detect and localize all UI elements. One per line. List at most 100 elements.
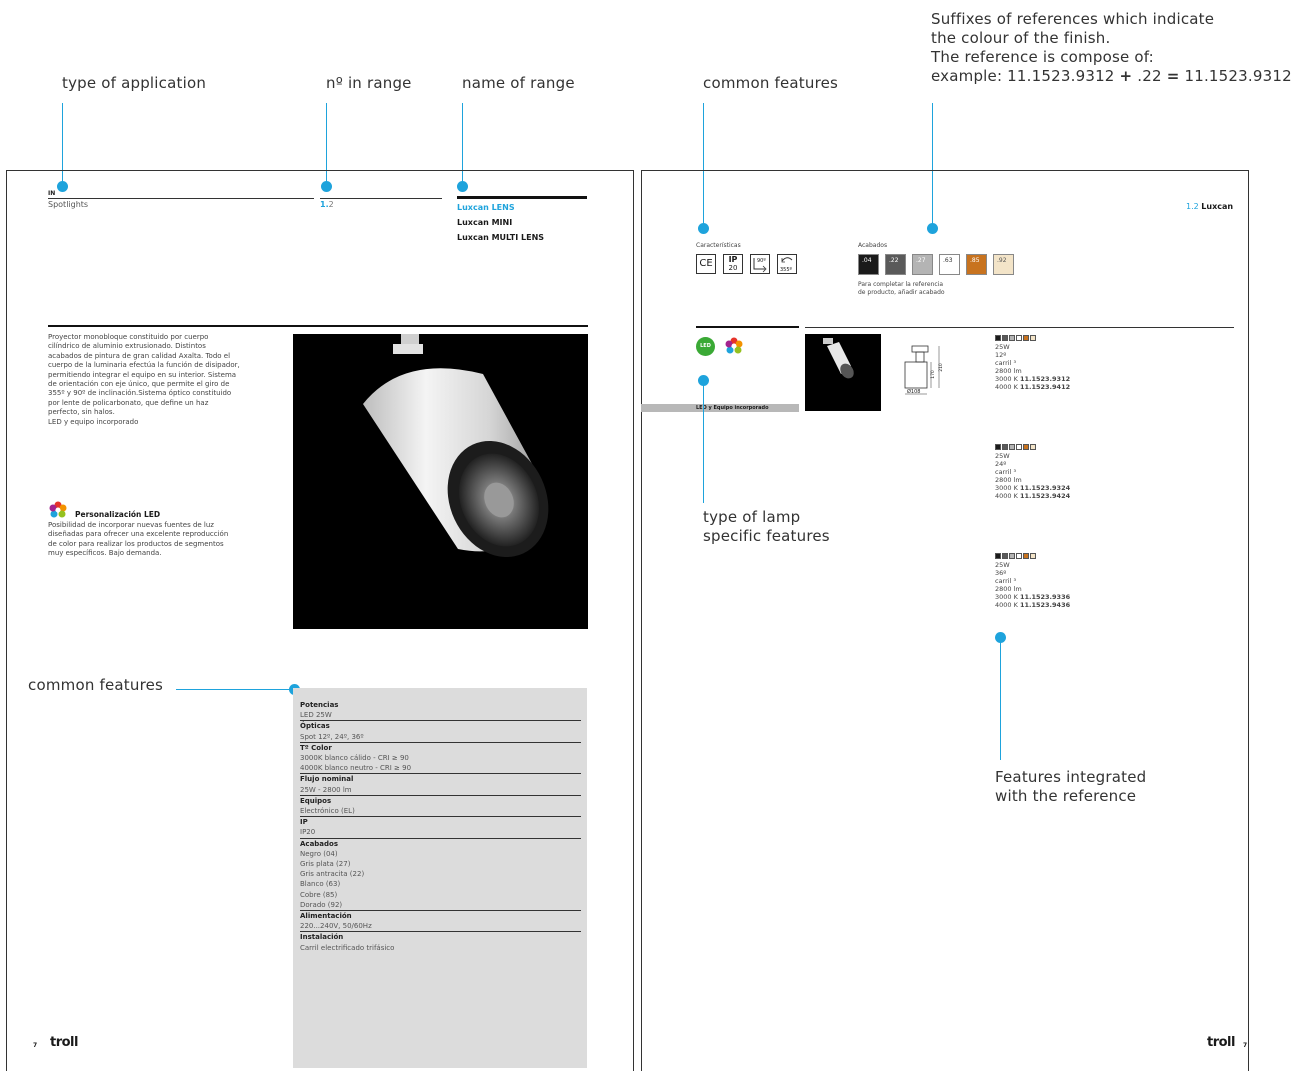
annotation-common-features-left: common features [28,676,163,694]
description-line: perfecto, sin halos. [48,408,278,417]
suffix-line-1: Suffixes of references which indicate [931,10,1292,29]
led-flower-icon [724,337,744,355]
mini-finish-swatch [1009,553,1015,559]
range-number-bold: 1. [320,200,329,209]
variant-angle: 36º [995,569,1070,577]
finish-code: .85 [970,257,980,264]
finish-swatch[interactable]: .27 [912,254,933,275]
annotation-common-features-top: common features [703,74,838,92]
personalization-line: muy específicos. Bajo demanda. [48,549,288,558]
lamp-label: LED y Equipo incorporado [696,404,769,412]
spec-title: Instalación [300,932,581,942]
variant-reference[interactable]: 11.1523.9312 [1020,375,1070,383]
table-divider [805,327,1234,328]
rotation-icon: 355º [777,254,797,274]
finish-note-line: de producto, añadir acabado [858,289,945,297]
dimension-drawing: Ø108 170 210 [896,342,952,400]
finish-swatch[interactable]: .85 [966,254,987,275]
spec-title: IP [300,817,581,827]
spec-value: 220...240V, 50/60Hz [300,921,581,932]
variant-ref-row: 3000 K 11.1523.9312 [995,375,1070,383]
range-item[interactable]: Luxcan LENS [457,200,544,215]
finish-note: Para completar la referencia de producto… [858,281,945,297]
finish-swatch[interactable]: .22 [885,254,906,275]
finish-code: .04 [862,257,872,264]
variant-ref-row: 3000 K 11.1523.9324 [995,484,1070,492]
variant-mount: carril ³ [995,468,1070,476]
variant-finish-swatches [995,553,1070,561]
features-integrated-line-1: Features integrated [995,768,1146,787]
page-header: 1.2 Luxcan [1186,202,1233,211]
variant-ref-row: 4000 K 11.1523.9424 [995,492,1070,500]
product-photo [293,334,588,629]
range-number-rest: 2 [329,200,334,209]
variant-kelvin: 3000 K [995,375,1018,383]
annotation-name-of-range: name of range [462,74,575,92]
tilt-label: 90º [757,257,766,266]
finish-code: .92 [997,257,1007,264]
mini-finish-swatch [1030,335,1036,341]
spec-value: Electrónico (EL) [300,806,581,817]
variant-mount: carril ³ [995,577,1070,585]
annotation-type-of-lamp: type of lamp specific features [703,508,830,546]
variant-kelvin: 4000 K [995,492,1018,500]
right-page-frame [641,170,1249,1071]
variant-power: 25W [995,561,1070,569]
variant-reference[interactable]: 11.1523.9324 [1020,484,1070,492]
variant-flux: 2800 lm [995,585,1070,593]
range-item[interactable]: Luxcan MULTI LENS [457,230,544,245]
spec-value: Gris plata (27) [300,859,581,869]
variant-power: 25W [995,452,1070,460]
variant-kelvin: 3000 K [995,484,1018,492]
finish-swatch[interactable]: .04 [858,254,879,275]
range-item[interactable]: Luxcan MINI [457,215,544,230]
description-line: LED y equipo incorporado [48,418,278,427]
variant-reference[interactable]: 11.1523.9412 [1020,383,1070,391]
spec-title: Flujo nominal [300,774,581,784]
variant-ref-row: 4000 K 11.1523.9436 [995,601,1070,609]
mini-finish-swatch [1016,444,1022,450]
variant-reference[interactable]: 11.1523.9436 [1020,601,1070,609]
variant-reference[interactable]: 11.1523.9424 [1020,492,1070,500]
type-of-lamp-line-1: type of lamp [703,508,830,527]
connector-line [703,385,704,503]
mini-finish-swatch [995,553,1001,559]
ip-top: IP [724,255,742,264]
spec-list: Potencias LED 25W Ópticas Spot 12º, 24º,… [300,700,581,953]
page-number: 7 [33,1042,37,1049]
dim-diameter: Ø108 [907,389,920,395]
suffix-line-4: example: 11.1523.9312 + .22 = 11.1523.93… [931,67,1292,86]
description-line: cilíndrico de aluminio extrusionado. Dis… [48,342,278,351]
mini-finish-swatch [1030,553,1036,559]
variant-block: 25W12ºcarril ³2800 lm3000 K 11.1523.9312… [995,335,1070,391]
suffix-example-c: 11.1523.9312.22 [1180,67,1292,85]
variant-block: 25W24ºcarril ³2800 lm3000 K 11.1523.9324… [995,444,1070,500]
mini-finish-swatch [995,444,1001,450]
suffix-plus: + [1120,67,1133,85]
spec-title: Alimentación [300,911,581,921]
finish-swatch[interactable]: .92 [993,254,1014,275]
header-name: Luxcan [1201,202,1233,211]
mini-finish-swatch [1016,335,1022,341]
spec-value: 4000K blanco neutro - CRI ≥ 90 [300,763,581,774]
lamp-divider [696,326,799,328]
mini-finish-swatch [995,335,1001,341]
suffix-example-a: example: 11.1523.9312 [931,67,1120,85]
variant-mount: carril ³ [995,359,1070,367]
dim-height-1: 170 [931,370,936,379]
variant-kelvin: 4000 K [995,601,1018,609]
finish-swatch[interactable]: .63 [939,254,960,275]
spec-title: Acabados [300,839,581,849]
description-line: 355º y 90º de inclinación.Sistema óptico… [48,389,278,398]
features-integrated-line-2: with the reference [995,787,1146,806]
description-line: Proyector monobloque constituido por cue… [48,333,278,342]
variant-reference[interactable]: 11.1523.9336 [1020,593,1070,601]
spec-value: Dorado (92) [300,900,581,911]
variant-ref-row: 3000 K 11.1523.9336 [995,593,1070,601]
variant-angle: 12º [995,351,1070,359]
connector-line [1000,642,1001,760]
type-of-lamp-line-2: specific features [703,527,830,546]
spec-value: Cobre (85) [300,890,581,900]
spec-value: LED 25W [300,710,581,721]
spec-title: Equipos [300,796,581,806]
